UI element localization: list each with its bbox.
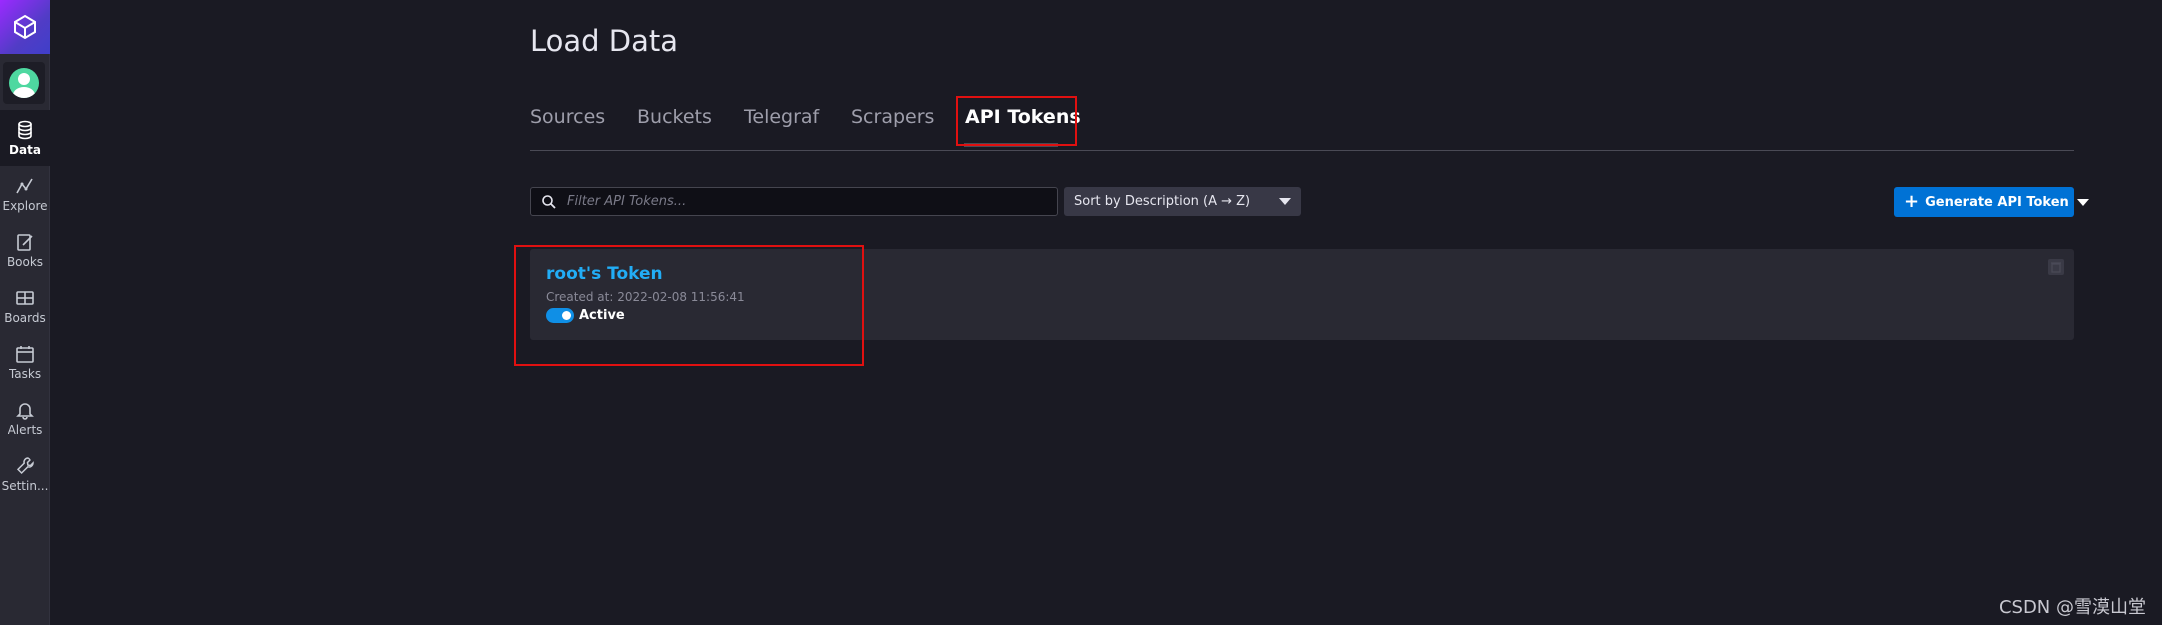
sidebar-item-explore[interactable]: Explore <box>0 166 50 222</box>
tab-sources[interactable]: Sources <box>530 106 605 128</box>
graph-line-icon <box>16 178 33 193</box>
search-icon <box>542 194 556 209</box>
user-avatar-icon <box>9 68 39 98</box>
sidebar-item-settings[interactable]: Settin... <box>0 446 50 502</box>
caret-down-icon <box>2076 198 2089 206</box>
page-title: Load Data <box>530 24 679 58</box>
influx-cube-icon <box>14 14 36 40</box>
bell-icon <box>16 402 34 420</box>
user-avatar-button[interactable] <box>3 62 45 104</box>
delete-token-button[interactable] <box>2048 259 2064 275</box>
sidebar-item-label: Tasks <box>8 366 42 381</box>
notebook-pencil-icon <box>17 233 33 251</box>
filter-tokens-field[interactable] <box>530 187 1058 216</box>
sidebar-item-books[interactable]: Books <box>0 222 50 278</box>
sidebar-item-label: Explore <box>2 198 48 213</box>
tab-bar: Sources Buckets Telegraf Scrapers API To… <box>530 100 2074 151</box>
dashboard-grid-icon <box>16 290 34 305</box>
tab-scrapers[interactable]: Scrapers <box>851 106 934 128</box>
sidebar-item-data[interactable]: Data <box>0 110 50 166</box>
generate-api-token-label: Generate API Token <box>1925 194 2069 210</box>
logo[interactable] <box>0 0 50 54</box>
generate-api-token-button[interactable]: + Generate API Token <box>1894 187 2089 217</box>
sidebar-item-label: Boards <box>4 310 46 325</box>
database-icon <box>18 120 32 139</box>
sidebar-item-label: Alerts <box>7 422 43 437</box>
sidebar-item-label: Settin... <box>1 478 49 493</box>
calendar-icon <box>16 345 34 363</box>
sort-dropdown[interactable]: Sort by Description (A → Z) <box>1064 187 1301 216</box>
annotation-box-token <box>514 245 864 366</box>
caret-down-icon <box>1279 198 1291 205</box>
sidebar-item-boards[interactable]: Boards <box>0 278 50 334</box>
annotation-box-tab <box>956 96 1077 146</box>
watermark-text: CSDN @雪漠山堂 <box>1998 597 2146 618</box>
tab-telegraf[interactable]: Telegraf <box>744 106 819 128</box>
sidebar-item-alerts[interactable]: Alerts <box>0 390 50 446</box>
sidebar-item-tasks[interactable]: Tasks <box>0 334 50 390</box>
plus-icon: + <box>1904 191 1920 212</box>
tab-buckets[interactable]: Buckets <box>637 106 712 128</box>
sort-dropdown-label: Sort by Description (A → Z) <box>1074 194 1251 209</box>
wrench-icon <box>16 456 34 474</box>
sidebar-item-label: Data <box>9 142 41 157</box>
sidebar: Data Explore Books Boards Tasks Alerts S… <box>0 0 50 625</box>
trash-icon <box>2051 262 2061 273</box>
filter-tokens-input[interactable] <box>565 193 1057 210</box>
sidebar-item-label: Books <box>6 254 44 269</box>
